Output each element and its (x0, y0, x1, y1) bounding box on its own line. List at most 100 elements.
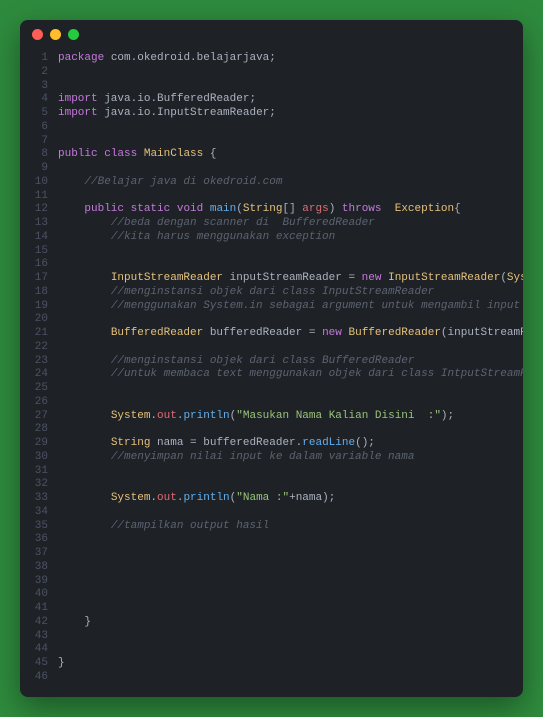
line-content (58, 162, 523, 176)
line-content (58, 671, 523, 685)
code-area: 1package com.okedroid.belajarjava;2 3 4i… (20, 48, 523, 697)
code-line: 12 public static void main(String[] args… (20, 203, 523, 217)
line-content: //beda dengan scanner di BufferedReader (58, 217, 523, 231)
code-line: 42 } (20, 616, 523, 630)
line-number: 8 (20, 148, 58, 162)
line-content: //menggunakan System.in sebagai argument… (58, 300, 523, 314)
code-line: 18 //menginstansi objek dari class Input… (20, 286, 523, 300)
code-line: 1package com.okedroid.belajarjava; (20, 52, 523, 66)
minimize-icon[interactable] (50, 29, 61, 40)
line-content (58, 66, 523, 80)
line-number: 44 (20, 643, 58, 657)
line-content (58, 588, 523, 602)
line-content: } (58, 616, 523, 630)
line-number: 25 (20, 382, 58, 396)
line-number: 16 (20, 258, 58, 272)
line-number: 7 (20, 135, 58, 149)
code-line: 20 (20, 313, 523, 327)
code-line: 7 (20, 135, 523, 149)
line-number: 36 (20, 533, 58, 547)
line-content (58, 245, 523, 259)
code-line: 14 //kita harus menggunakan exception (20, 231, 523, 245)
code-line: 27 System.out.println("Masukan Nama Kali… (20, 410, 523, 424)
line-content (58, 80, 523, 94)
line-number: 32 (20, 478, 58, 492)
code-line: 37 (20, 547, 523, 561)
line-content (58, 465, 523, 479)
zoom-icon[interactable] (68, 29, 79, 40)
line-content: String nama = bufferedReader.readLine(); (58, 437, 523, 451)
line-content (58, 478, 523, 492)
line-number: 1 (20, 52, 58, 66)
line-number: 45 (20, 657, 58, 671)
line-number: 3 (20, 80, 58, 94)
line-number: 6 (20, 121, 58, 135)
code-line: 44 (20, 643, 523, 657)
line-content (58, 643, 523, 657)
line-number: 46 (20, 671, 58, 685)
titlebar (20, 20, 523, 48)
line-content (58, 135, 523, 149)
code-line: 41 (20, 602, 523, 616)
line-number: 40 (20, 588, 58, 602)
line-content (58, 382, 523, 396)
code-line: 2 (20, 66, 523, 80)
line-number: 28 (20, 423, 58, 437)
line-content (58, 575, 523, 589)
line-number: 29 (20, 437, 58, 451)
code-window: 1package com.okedroid.belajarjava;2 3 4i… (20, 20, 523, 697)
code-line: 23 //menginstansi objek dari class Buffe… (20, 355, 523, 369)
line-number: 38 (20, 561, 58, 575)
code-line: 35 //tampilkan output hasil (20, 520, 523, 534)
line-content: //menyimpan nilai input ke dalam variabl… (58, 451, 523, 465)
code-line: 45} (20, 657, 523, 671)
line-number: 10 (20, 176, 58, 190)
code-line: 8public class MainClass { (20, 148, 523, 162)
code-line: 24 //untuk membaca text menggunakan obje… (20, 368, 523, 382)
code-line: 13 //beda dengan scanner di BufferedRead… (20, 217, 523, 231)
line-number: 17 (20, 272, 58, 286)
code-line: 40 (20, 588, 523, 602)
line-content: public static void main(String[] args) t… (58, 203, 523, 217)
line-content (58, 533, 523, 547)
line-content (58, 313, 523, 327)
line-number: 34 (20, 506, 58, 520)
line-number: 2 (20, 66, 58, 80)
line-number: 31 (20, 465, 58, 479)
line-number: 26 (20, 396, 58, 410)
line-content: package com.okedroid.belajarjava; (58, 52, 523, 66)
line-number: 20 (20, 313, 58, 327)
code-line: 22 (20, 341, 523, 355)
line-number: 19 (20, 300, 58, 314)
code-line: 46 (20, 671, 523, 685)
line-content: //kita harus menggunakan exception (58, 231, 523, 245)
code-line: 3 (20, 80, 523, 94)
code-line: 19 //menggunakan System.in sebagai argum… (20, 300, 523, 314)
line-content (58, 423, 523, 437)
code-line: 5import java.io.InputStreamReader; (20, 107, 523, 121)
line-number: 43 (20, 630, 58, 644)
line-number: 37 (20, 547, 58, 561)
line-number: 35 (20, 520, 58, 534)
line-number: 21 (20, 327, 58, 341)
code-line: 17 InputStreamReader inputStreamReader =… (20, 272, 523, 286)
line-content (58, 506, 523, 520)
line-number: 12 (20, 203, 58, 217)
line-number: 30 (20, 451, 58, 465)
line-number: 22 (20, 341, 58, 355)
code-line: 9 (20, 162, 523, 176)
code-line: 29 String nama = bufferedReader.readLine… (20, 437, 523, 451)
line-content (58, 396, 523, 410)
close-icon[interactable] (32, 29, 43, 40)
line-content (58, 190, 523, 204)
line-content: System.out.println("Nama :"+nama); (58, 492, 523, 506)
code-line: 26 (20, 396, 523, 410)
line-number: 15 (20, 245, 58, 259)
code-line: 11 (20, 190, 523, 204)
line-content: public class MainClass { (58, 148, 523, 162)
code-line: 31 (20, 465, 523, 479)
code-line: 28 (20, 423, 523, 437)
code-line: 6 (20, 121, 523, 135)
code-line: 43 (20, 630, 523, 644)
line-number: 24 (20, 368, 58, 382)
